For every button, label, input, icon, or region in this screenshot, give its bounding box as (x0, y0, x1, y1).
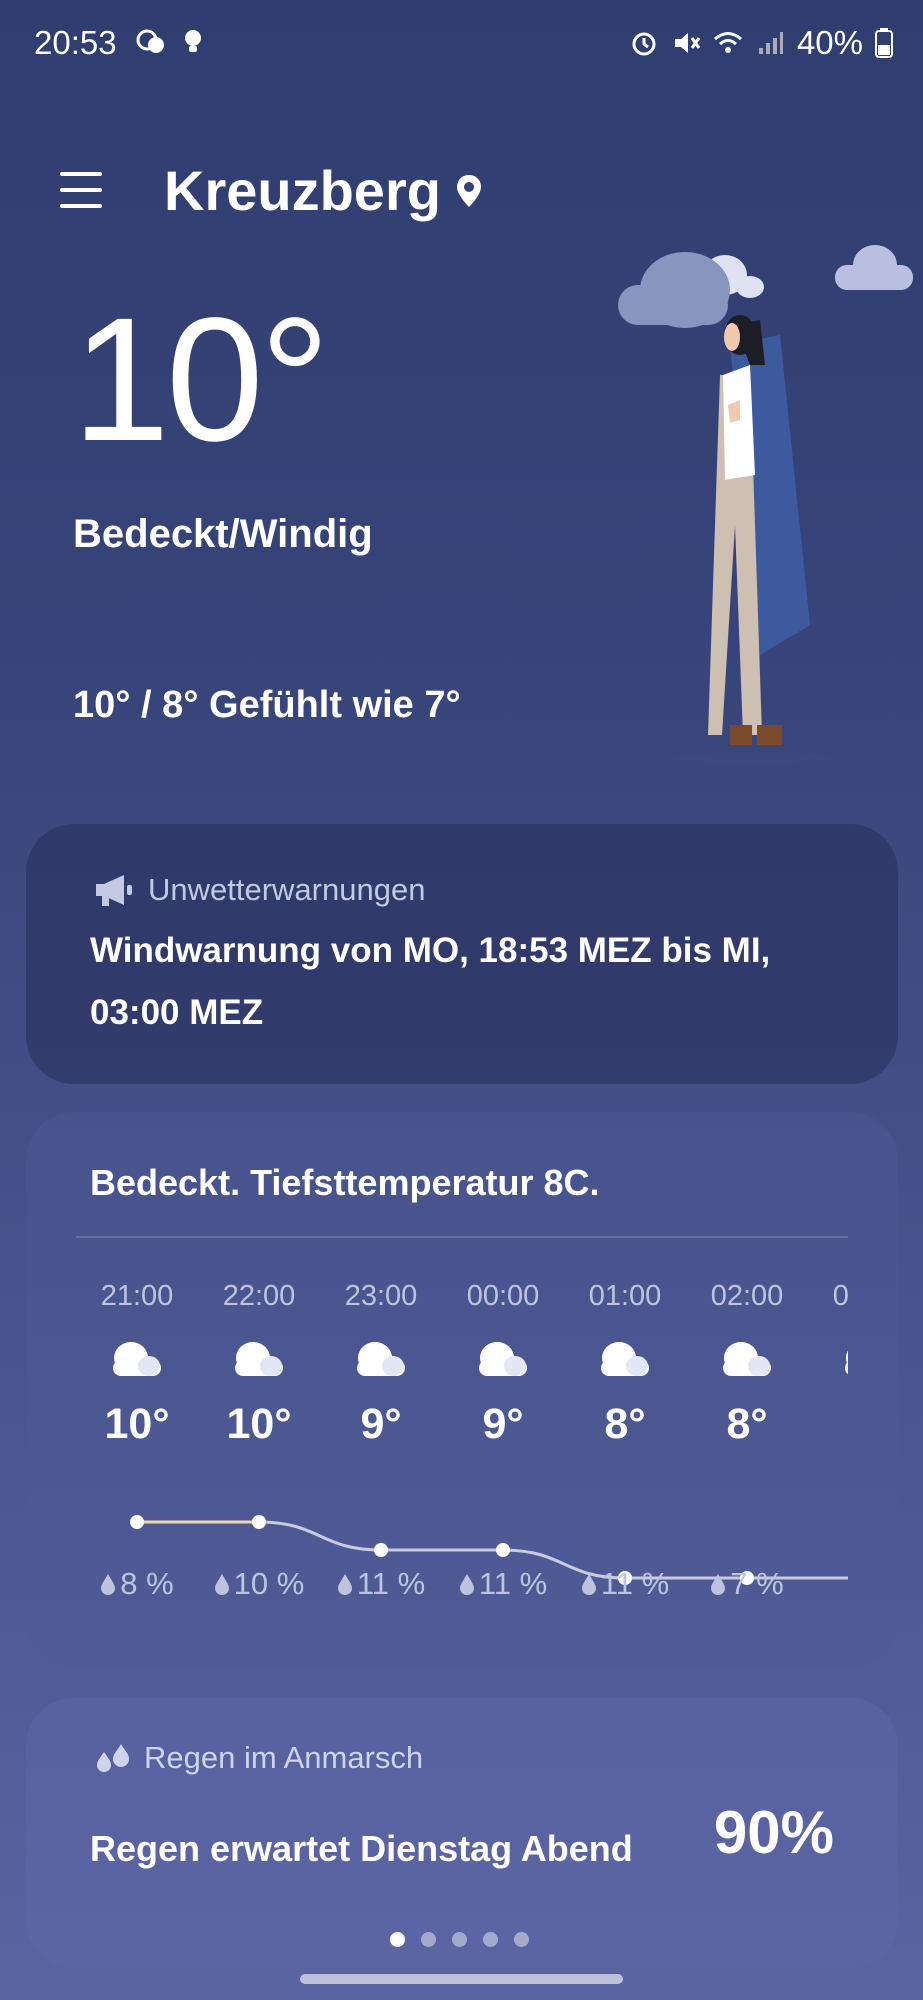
precip-value: 7 % (730, 1566, 784, 1601)
page-dot[interactable] (514, 1932, 529, 1947)
page-indicator[interactable] (390, 1932, 529, 1947)
weather-illustration (618, 245, 913, 764)
divider (76, 1236, 848, 1238)
wifi-icon (713, 32, 742, 53)
page-dot[interactable] (452, 1932, 467, 1947)
hour-temperature: 9° (482, 1400, 524, 1448)
raindrop-icon (101, 1574, 116, 1595)
battery-icon (875, 28, 893, 58)
hour-precipitation: 11 % (320, 1566, 442, 1602)
forecast-summary: Bedeckt. Tiefsttemperatur 8C. (90, 1162, 600, 1203)
hour-time: 03:00 (832, 1280, 848, 1312)
hourly-forecast-list[interactable]: 21:00 10° 8 % 22:00 10° 10 % 23:00 9° 11 % 00:00 9… (76, 1242, 848, 1652)
cloud-icon (479, 1342, 527, 1376)
person-illustration (673, 315, 833, 764)
city-name: Kreuzberg (164, 159, 441, 222)
location-header[interactable]: Kreuzberg (164, 158, 483, 223)
status-bar: 20:53 40% (0, 0, 923, 86)
cloud-icon (357, 1342, 405, 1376)
high-low-feels-like: 10° / 8° Gefühlt wie 7° (73, 684, 461, 726)
bulb-icon (185, 30, 201, 52)
rain-incoming-card[interactable]: Regen im Anmarsch Regen erwartet Diensta… (26, 1698, 898, 1968)
page-dot[interactable] (483, 1932, 498, 1947)
hour-precipitation: 11 % (442, 1566, 564, 1602)
raindrop-icon (214, 1574, 229, 1595)
raindrops-icon (97, 1744, 129, 1772)
status-time: 20:53 (34, 24, 117, 61)
precip-value: 10 % (233, 1566, 305, 1601)
temperature-point (496, 1543, 510, 1557)
temperature-point (252, 1515, 266, 1529)
hour-time: 01:00 (588, 1280, 662, 1312)
battery-percent: 40% (796, 24, 863, 61)
home-indicator[interactable] (300, 1974, 623, 1984)
page-dot[interactable] (390, 1932, 405, 1947)
cloud-icon (235, 1342, 283, 1376)
warning-text: Windwarnung von MO, 18:53 MEZ bis MI, 03… (90, 931, 771, 1032)
hour-time: 22:00 (222, 1280, 296, 1312)
hour-temperature: 9° (360, 1400, 402, 1448)
cloud-icon (601, 1342, 649, 1376)
precip-value: 8 % (120, 1566, 174, 1601)
hour-temperature: 8° (726, 1400, 768, 1448)
hour-precipitation: 7 % (686, 1566, 808, 1602)
location-pin-icon (456, 174, 481, 207)
warning-label: Unwetterwarnungen (148, 872, 426, 907)
precip-value: 11 % (478, 1566, 548, 1601)
hour-time: 00:00 (466, 1280, 540, 1312)
megaphone-icon (96, 875, 132, 906)
cloud-icon (845, 1350, 848, 1375)
temperature-point (374, 1543, 388, 1557)
temperature-point (130, 1515, 144, 1529)
precip-value: 11 % (600, 1566, 670, 1601)
hour-precipitation: 1 (808, 1566, 848, 1602)
hour-precipitation: 11 % (564, 1566, 686, 1602)
current-condition: Bedeckt/Windig (73, 512, 373, 556)
hour-precipitation: 10 % (198, 1566, 320, 1602)
alarm-icon (632, 32, 656, 56)
raindrop-icon (581, 1574, 596, 1595)
hourly-forecast-card: Bedeckt. Tiefsttemperatur 8C. 21:00 10° 8 … (26, 1112, 898, 1668)
hour-time: 23:00 (344, 1280, 418, 1312)
signal-icon (758, 32, 783, 54)
precip-value: 11 % (356, 1566, 426, 1601)
cloud-illustration-icon (618, 245, 913, 328)
hour-time: 21:00 (100, 1280, 174, 1312)
rain-label: Regen im Anmarsch (144, 1740, 424, 1775)
hour-temperature: 10° (226, 1400, 292, 1448)
mute-icon (674, 33, 701, 53)
rain-text: Regen erwartet Dienstag Abend (90, 1828, 633, 1869)
raindrop-icon (337, 1574, 352, 1595)
hour-temperature: 8° (808, 1400, 848, 1449)
page-dot[interactable] (421, 1932, 436, 1947)
cloud-icon (113, 1342, 161, 1376)
hour-temperature: 10° (104, 1400, 170, 1448)
hour-precipitation: 8 % (76, 1566, 198, 1602)
menu-button[interactable] (60, 170, 104, 210)
severe-weather-card[interactable]: Unwetterwarnungen Windwarnung von MO, 18… (26, 824, 898, 1084)
raindrop-icon (711, 1574, 726, 1595)
cloud-icon (723, 1342, 771, 1376)
hour-time: 02:00 (710, 1280, 784, 1312)
hour-temperature: 8° (604, 1400, 646, 1448)
raindrop-icon (459, 1574, 474, 1595)
current-temperature: 10° (72, 282, 330, 478)
weather-notification-icon (136, 29, 164, 53)
rain-percentage: 90% (713, 1799, 834, 1866)
